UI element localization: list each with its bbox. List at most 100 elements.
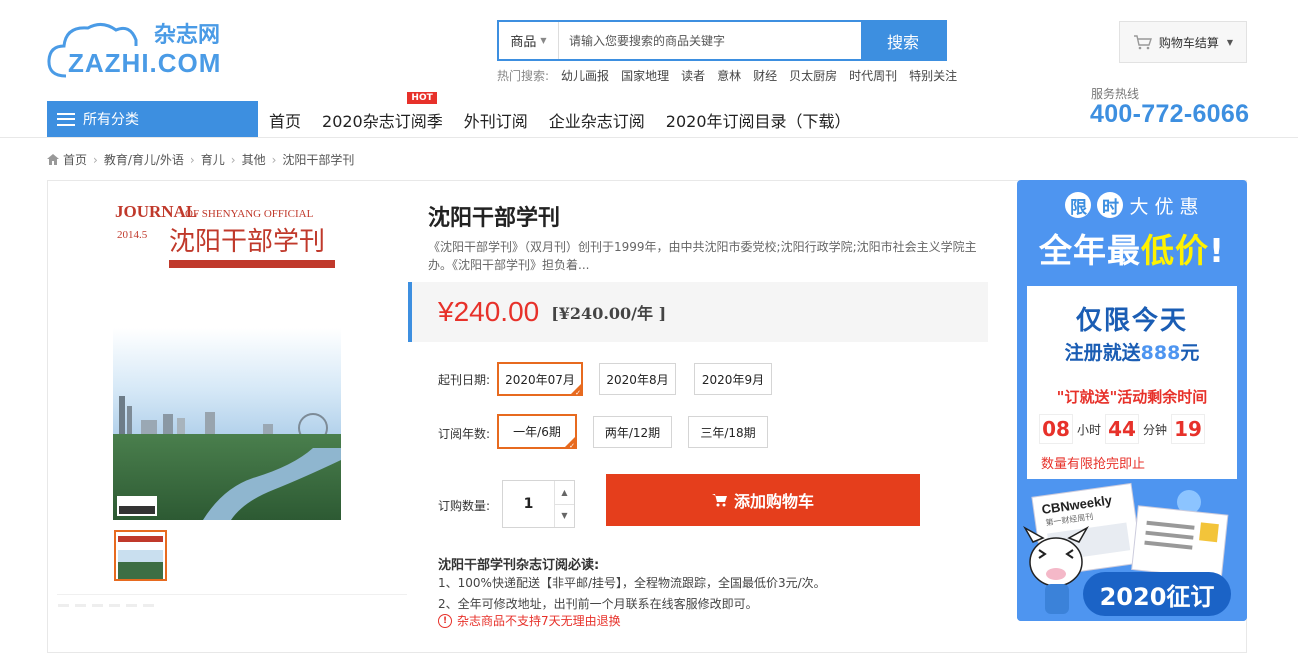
price-per-year: [¥240.00/年 ] bbox=[551, 304, 667, 323]
chevron-down-icon: ▼ bbox=[540, 36, 547, 45]
start-date-option[interactable]: 2020年9月 bbox=[694, 363, 772, 395]
countdown-minutes: 44 bbox=[1105, 414, 1140, 444]
add-to-cart-button[interactable]: 添加购物车 bbox=[606, 474, 920, 526]
start-date-option[interactable]: 2020年8月 bbox=[599, 363, 676, 395]
breadcrumb: 首页 › 教育/育儿/外语 › 育儿 › 其他 › 沈阳干部学刊 bbox=[47, 151, 354, 168]
cart-label: 购物车结算 bbox=[1158, 35, 1219, 50]
promo-register-amount: 888 bbox=[1140, 342, 1181, 364]
promo-register-unit: 元 bbox=[1180, 342, 1200, 364]
cart-button[interactable]: 购物车结算 ▼ bbox=[1119, 21, 1247, 63]
promo-char: 时 bbox=[1097, 192, 1124, 218]
promo-lowest-price: 全年最低价! bbox=[1017, 224, 1247, 272]
search-button[interactable]: 搜索 bbox=[861, 22, 945, 59]
all-categories-button[interactable]: 所有分类 bbox=[47, 101, 258, 137]
breadcrumb-item[interactable]: 首页 bbox=[63, 151, 87, 168]
breadcrumb-item[interactable]: 其他 bbox=[242, 151, 266, 168]
promo-banner[interactable]: 限 时 大 优 惠 全年最低价! 仅限今天 注册就送888元 "订就送"活动剩余… bbox=[1017, 180, 1247, 621]
home-icon bbox=[47, 154, 59, 165]
add-to-cart-label: 添加购物车 bbox=[733, 492, 814, 511]
product-description: 《沈阳干部学刊》（双月刊）创刊于1999年，由中共沈阳市委党校;沈阳行政学院;沈… bbox=[428, 240, 977, 272]
nav-link-subscription-season[interactable]: 2020杂志订阅季 HOT bbox=[322, 92, 443, 132]
promo-char: 大 bbox=[1129, 196, 1149, 218]
magazine-cover-image: JOURNAL OF SHENYANG OFFICIAL 2014.5 沈阳干部… bbox=[113, 198, 341, 520]
breadcrumb-separator: › bbox=[271, 152, 277, 167]
return-warning: ! 杂志商品不支持7天无理由退换 bbox=[438, 612, 621, 629]
breadcrumb-separator: › bbox=[93, 152, 98, 167]
promo-big-exclaim: ! bbox=[1208, 231, 1226, 270]
hot-search-item[interactable]: 读者 bbox=[681, 67, 705, 84]
promo-big-text: 全年最 bbox=[1038, 231, 1141, 270]
promo-register: 注册就送888元 bbox=[1027, 338, 1237, 365]
start-date-label: 起刊日期: bbox=[438, 373, 491, 387]
menu-icon bbox=[57, 112, 75, 126]
cart-icon bbox=[1133, 35, 1152, 50]
promo-subscribe-2020-button[interactable]: 2020征订 bbox=[1083, 572, 1231, 616]
breadcrumb-item[interactable]: 教育/育儿/外语 bbox=[104, 151, 184, 168]
logo-cn-text: 杂志网 bbox=[154, 23, 220, 48]
cover-thumbnail[interactable] bbox=[114, 530, 167, 581]
breadcrumb-separator: › bbox=[230, 152, 236, 167]
cover-issue: 2014.5 bbox=[117, 229, 148, 241]
countdown-minutes-unit: 分钟 bbox=[1143, 422, 1168, 437]
countdown-hours-unit: 小时 bbox=[1077, 422, 1102, 437]
product-title: 沈阳干部学刊 bbox=[428, 206, 561, 231]
breadcrumb-separator: › bbox=[189, 152, 195, 167]
nav-divider bbox=[0, 137, 1298, 138]
hot-badge: HOT bbox=[407, 92, 437, 104]
thumbnail-image bbox=[116, 532, 165, 579]
promo-char: 限 bbox=[1065, 192, 1092, 218]
search-bar: 商品 ▼ 搜索 bbox=[497, 20, 947, 61]
notice-title: 沈阳干部学刊杂志订阅必读: bbox=[438, 558, 600, 573]
search-category-label: 商品 bbox=[510, 35, 537, 50]
period-option[interactable]: 三年/18期 bbox=[688, 416, 768, 448]
price: ¥240.00 bbox=[438, 296, 540, 327]
hot-search-item[interactable]: 国家地理 bbox=[621, 67, 669, 84]
cover-journal-sub: OF SHENYANG OFFICIAL bbox=[185, 208, 314, 220]
info-icon: ! bbox=[438, 613, 452, 628]
quantity-stepper: 1 ▲ ▼ bbox=[502, 480, 575, 528]
countdown-seconds: 19 bbox=[1171, 414, 1206, 444]
search-category-select[interactable]: 商品 ▼ bbox=[499, 22, 559, 59]
search-input[interactable] bbox=[559, 22, 861, 59]
promo-event-text: "订就送"活动剩余时间 bbox=[1056, 388, 1208, 406]
countdown: 08 小时 44 分钟 19 bbox=[1039, 414, 1206, 444]
promo-char: 惠 bbox=[1179, 196, 1199, 218]
hot-search-item[interactable]: 意林 bbox=[717, 67, 741, 84]
chevron-down-icon: ▼ bbox=[1226, 37, 1234, 47]
period-option[interactable]: 两年/12期 bbox=[593, 416, 672, 448]
period-label: 订阅年数: bbox=[438, 427, 491, 441]
quantity-label: 订购数量: bbox=[438, 499, 491, 513]
decrement-icon[interactable]: ▼ bbox=[555, 505, 574, 528]
nav-link-enterprise[interactable]: 企业杂志订阅 bbox=[549, 108, 645, 132]
promo-big-highlight: 低价 bbox=[1140, 231, 1209, 270]
logo-en-text: ZAZHI.COM bbox=[68, 48, 221, 78]
notice-line: 2、全年可修改地址，出刊前一个月联系在线客服修改即可。 bbox=[438, 597, 758, 611]
all-categories-label: 所有分类 bbox=[83, 112, 139, 128]
nav-link-foreign[interactable]: 外刊订阅 bbox=[464, 108, 528, 132]
hot-search-label: 热门搜索: bbox=[497, 69, 550, 83]
main-nav: 首页 2020杂志订阅季 HOT 外刊订阅 企业杂志订阅 2020年订阅目录（下… bbox=[269, 92, 872, 132]
breadcrumb-item[interactable]: 育儿 bbox=[201, 151, 225, 168]
hot-search-item[interactable]: 时代周刊 bbox=[849, 67, 897, 84]
gallery-pager bbox=[58, 604, 154, 607]
return-warning-text: 杂志商品不支持7天无理由退换 bbox=[457, 614, 621, 628]
promo-only-today: 仅限今天 bbox=[1075, 306, 1188, 336]
increment-icon[interactable]: ▲ bbox=[555, 481, 574, 505]
nav-link-home[interactable]: 首页 bbox=[269, 108, 301, 132]
hot-search-item[interactable]: 幼儿画报 bbox=[561, 67, 609, 84]
promo-register-text: 注册就送 bbox=[1064, 342, 1141, 364]
start-date-option[interactable]: 2020年07月 bbox=[497, 362, 583, 397]
promo-card: 仅限今天 注册就送888元 "订就送"活动剩余时间 08 小时 44 分钟 19… bbox=[1027, 286, 1237, 479]
hot-search-item[interactable]: 财经 bbox=[753, 67, 777, 84]
cart-icon bbox=[711, 494, 727, 507]
promo-heading: 限 时 大 优 惠 bbox=[1017, 192, 1247, 219]
countdown-hours: 08 bbox=[1039, 414, 1073, 444]
promo-limited-text: 数量有限抢完即止 bbox=[1041, 457, 1146, 472]
zazhi-logo[interactable]: 杂志网 ZAZHI.COM bbox=[46, 16, 242, 78]
hot-search-item[interactable]: 贝太厨房 bbox=[789, 67, 837, 84]
gallery-divider bbox=[57, 594, 407, 595]
nav-link-catalog[interactable]: 2020年订阅目录（下载） bbox=[666, 108, 851, 132]
quantity-input[interactable]: 1 bbox=[503, 481, 554, 527]
period-option[interactable]: 一年/6期 bbox=[497, 414, 577, 450]
hot-search-item[interactable]: 特别关注 bbox=[909, 67, 957, 84]
